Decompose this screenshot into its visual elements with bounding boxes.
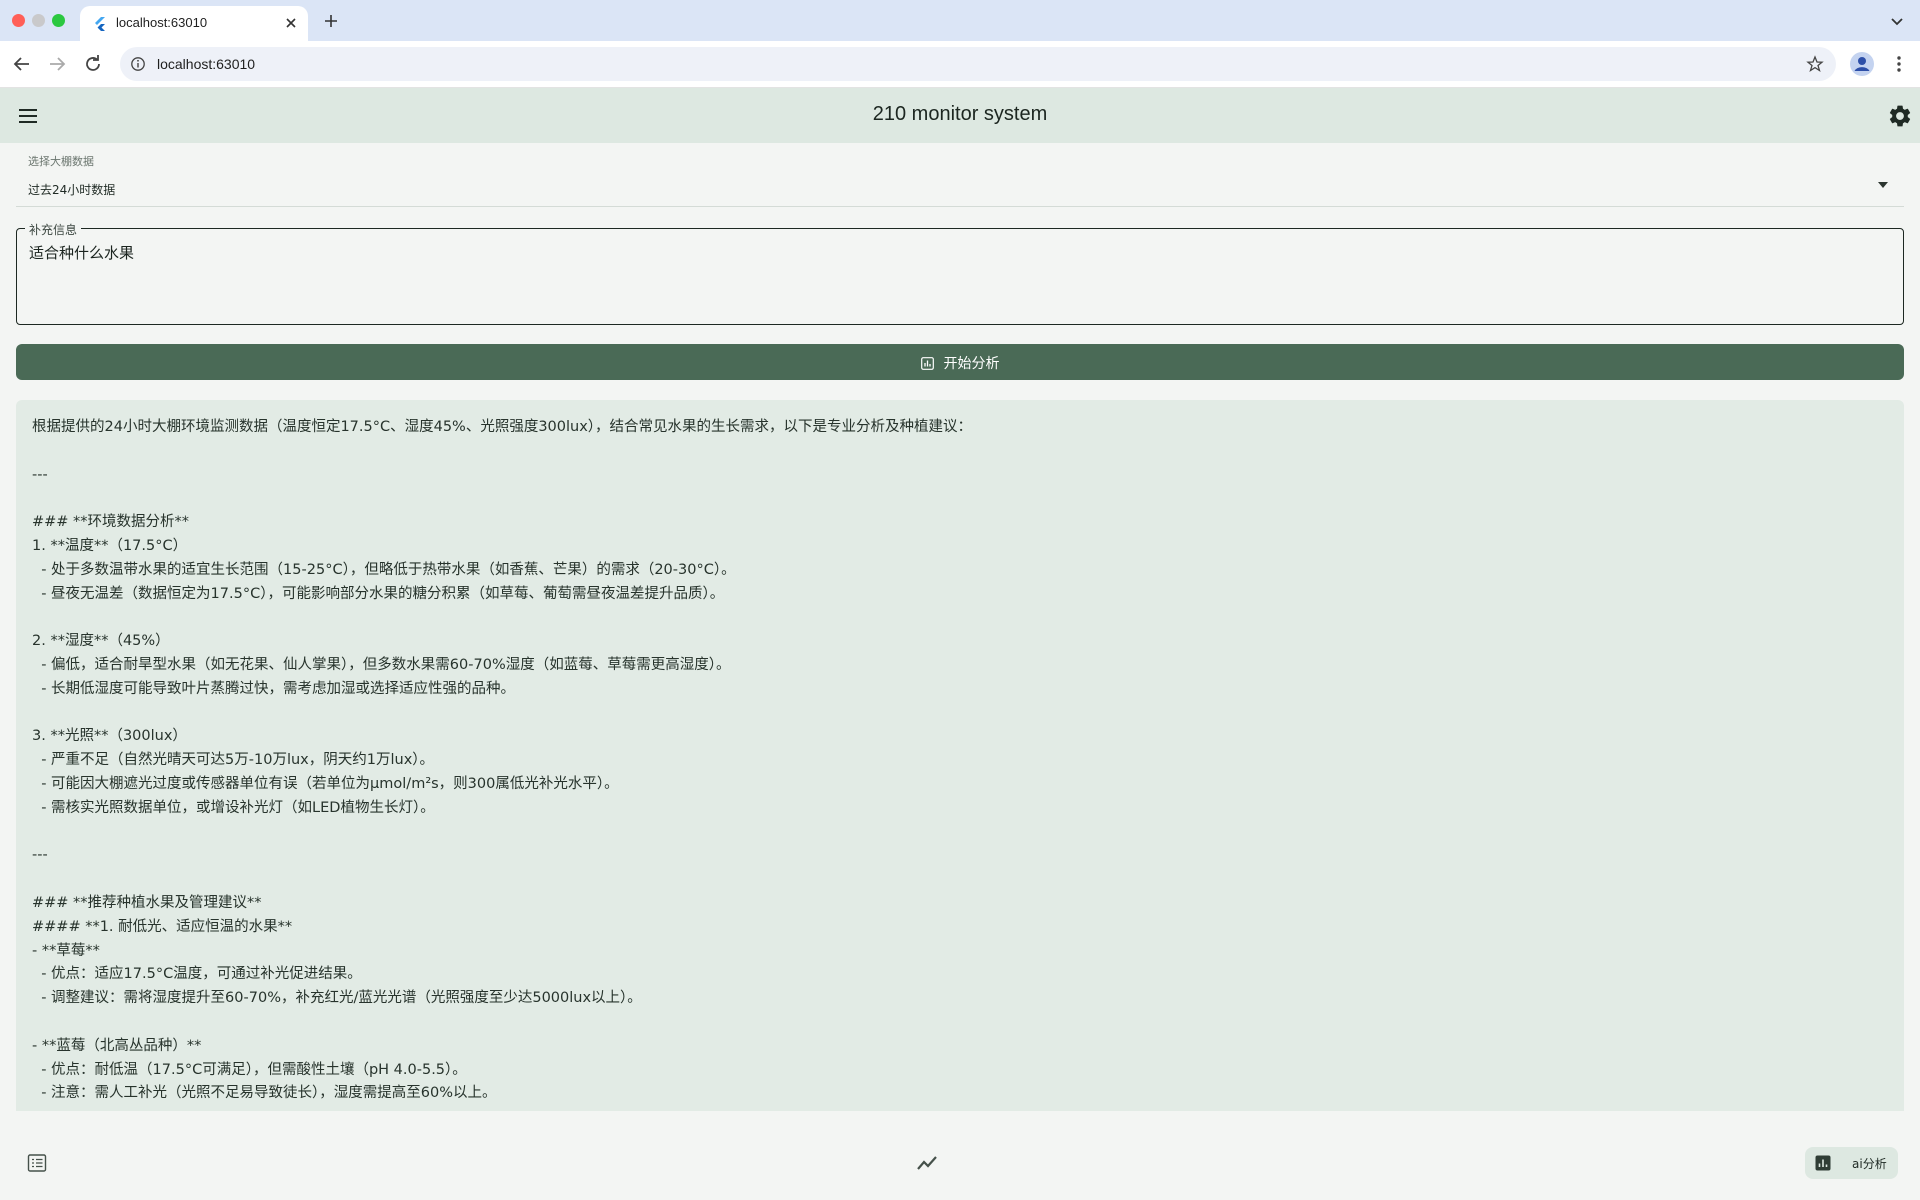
select-label: 选择大棚数据: [28, 155, 94, 168]
result-line: ### **推荐种植水果及管理建议**: [32, 894, 262, 911]
result-line: ---: [32, 466, 48, 483]
nav-ai-label: ai分析: [1852, 1157, 1887, 1171]
result-line: ### **环境数据分析**: [32, 514, 190, 531]
start-analysis-label: 开始分析: [943, 356, 1000, 372]
address-bar[interactable]: localhost:63010: [120, 47, 1836, 81]
result-line: ---: [32, 847, 48, 864]
flutter-icon: [95, 17, 105, 31]
result-line: 2. **湿度**（45%）: [32, 633, 170, 650]
result-line: - **蓝莓（北高丛品种）**: [32, 1037, 202, 1054]
list-icon[interactable]: [27, 1153, 47, 1173]
textarea-value: 适合种什么水果: [29, 244, 135, 262]
chart-icon: [920, 357, 934, 370]
tab-search-chevron-icon[interactable]: [1888, 12, 1906, 30]
browser-tabstrip: localhost:63010: [0, 0, 1920, 41]
analysis-result-panel: 根据提供的24小时大棚环境监测数据（温度恒定17.5°C、湿度45%、光照强度3…: [16, 400, 1904, 1111]
app-title: 210 monitor system: [872, 103, 1048, 125]
result-line: - 调整建议：需将湿度提升至60-70%，补充红光/蓝光光谱（光照强度至少达50…: [32, 990, 642, 1007]
result-line: 3. **光照**（300lux）: [32, 728, 187, 745]
result-line: - 处于多数温带水果的适宜生长范围（15-25°C），但略低于热带水果（如香蕉、…: [32, 561, 736, 578]
browser-toolbar: localhost:63010: [0, 41, 1920, 88]
result-line: - 注意：需人工补光（光照不足易导致徒长），湿度需提高至60%以上。: [32, 1085, 497, 1102]
result-line: [32, 440, 1882, 464]
close-tab-icon[interactable]: [282, 14, 300, 32]
site-info-icon[interactable]: [130, 56, 146, 72]
bookmark-star-icon[interactable]: [1806, 55, 1824, 73]
app-bar: 210 monitor system: [0, 88, 1920, 143]
select-value: 过去24小时数据: [28, 183, 116, 197]
result-line: [32, 702, 1882, 726]
bottom-navigation: ai分析: [0, 1111, 1920, 1200]
extra-info-textarea[interactable]: 补充信息 适合种什么水果: [16, 221, 1904, 325]
result-line: #### **1. 耐低光、适应恒温的水果**: [32, 918, 293, 935]
more-menu-icon[interactable]: [1888, 53, 1910, 75]
nav-ai-analysis[interactable]: ai分析: [1805, 1147, 1898, 1179]
tab-title: localhost:63010: [116, 15, 208, 30]
result-line: - 昼夜无温差（数据恒定为17.5°C），可能影响部分水果的糖分积累（如草莓、葡…: [32, 585, 725, 602]
forward-icon[interactable]: [45, 52, 69, 76]
result-line: 1. **温度**（17.5°C）: [32, 537, 188, 554]
textarea-label: 补充信息: [25, 221, 82, 238]
data-range-select[interactable]: 选择大棚数据 过去24小时数据: [16, 155, 1904, 207]
reload-icon[interactable]: [81, 52, 105, 76]
back-icon[interactable]: [10, 52, 34, 76]
url-text: localhost:63010: [157, 56, 256, 72]
dropdown-arrow-icon[interactable]: [1876, 180, 1890, 190]
result-line: [32, 487, 1882, 511]
profile-avatar-icon[interactable]: [1849, 51, 1875, 77]
result-line: - 长期低湿度可能导致叶片蒸腾过快，需考虑加湿或选择适应性强的品种。: [32, 680, 516, 697]
result-line: 根据提供的24小时大棚环境监测数据（温度恒定17.5°C、湿度45%、光照强度3…: [32, 419, 973, 435]
start-analysis-button[interactable]: 开始分析: [16, 344, 1904, 380]
result-line: [32, 606, 1882, 630]
result-line: - 偏低，适合耐旱型水果（如无花果、仙人掌果），但多数水果需60-70%湿度（如…: [32, 656, 731, 673]
result-line: [32, 868, 1882, 892]
result-line: - 优点：耐低温（17.5°C可满足），但需酸性土壤（pH 4.0-5.5）。: [32, 1061, 467, 1078]
browser-tab[interactable]: localhost:63010: [80, 6, 308, 41]
trend-icon[interactable]: [917, 1153, 939, 1173]
result-line: - 需核实光照数据单位，或增设补光灯（如LED植物生长灯）。: [32, 799, 435, 816]
analysis-result-text: 根据提供的24小时大棚环境监测数据（温度恒定17.5°C、湿度45%、光照强度3…: [32, 416, 1882, 1106]
result-line: - 严重不足（自然光晴天可达5万-10万lux，阴天约1万lux）。: [32, 752, 435, 769]
close-window-button[interactable]: [12, 14, 25, 27]
result-line: - 优点：适应17.5°C温度，可通过补光促进结果。: [32, 966, 362, 983]
result-line: - 可能因大棚遮光过度或传感器单位有误（若单位为μmol/m²s，则300属低光…: [32, 775, 619, 792]
ai-chart-icon: [1815, 1155, 1831, 1171]
result-line: [32, 821, 1882, 845]
result-line: [32, 1011, 1882, 1035]
maximize-window-button[interactable]: [52, 14, 65, 27]
result-line: - **草莓**: [32, 942, 100, 959]
new-tab-icon[interactable]: [320, 10, 342, 32]
main-content: 选择大棚数据 过去24小时数据 补充信息 适合种什么水果 开始分析 根据提供的2…: [0, 143, 1920, 1111]
minimize-window-button[interactable]: [32, 14, 45, 27]
settings-gear-icon[interactable]: [1887, 103, 1913, 129]
